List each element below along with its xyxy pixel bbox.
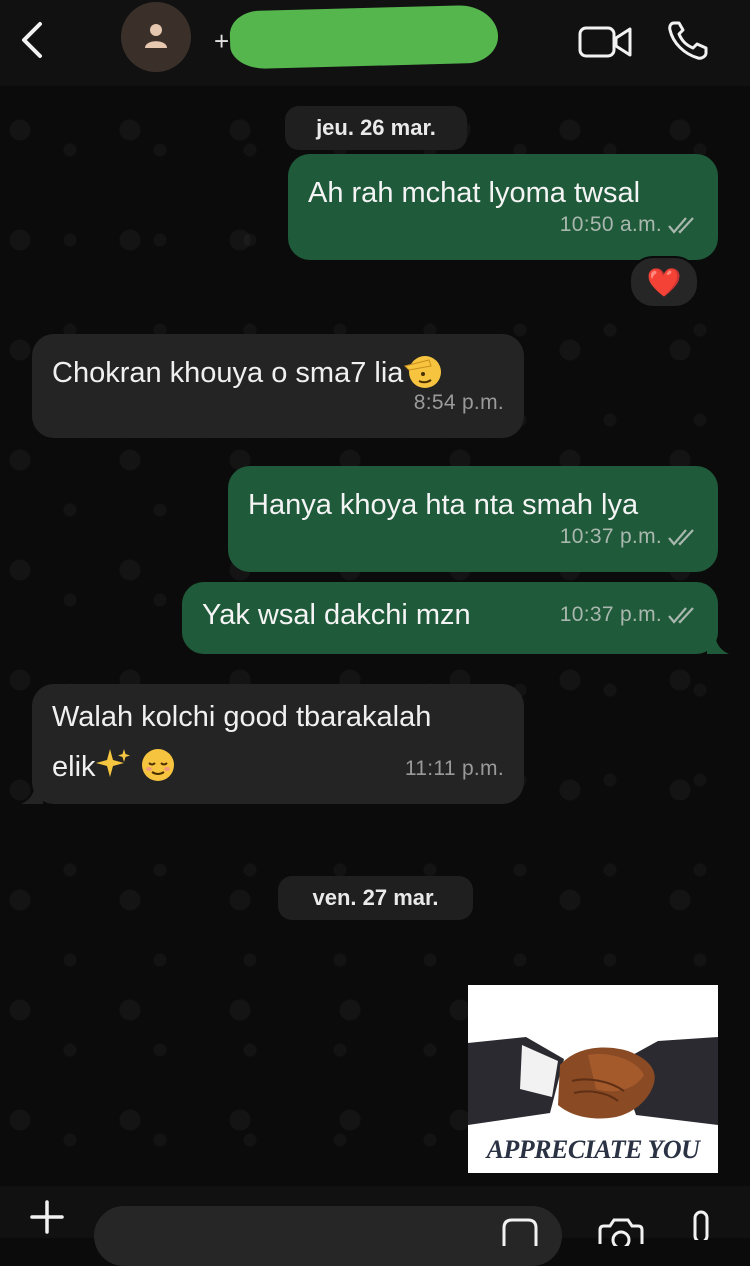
chat-header: + [0, 0, 750, 86]
heart-reaction-icon: ❤️ [646, 266, 682, 298]
message-bubble-incoming[interactable]: Chokran khouya o sma7 lia 8:54 p.m. [32, 334, 524, 438]
double-check-icon [668, 529, 694, 546]
person-icon [145, 24, 167, 48]
sticker-icon[interactable] [500, 1218, 540, 1248]
camera-icon[interactable] [596, 1216, 646, 1246]
bubble-tail [707, 632, 729, 654]
bubble-tail [21, 782, 43, 804]
message-meta: 10:37 p.m. [560, 590, 698, 640]
message-text-line-2: elik [52, 751, 96, 783]
message-bubble-outgoing[interactable]: Ah rah mchat lyoma twsal 10:50 a.m. [288, 154, 718, 260]
contact-prefix: + [214, 26, 230, 56]
double-check-icon [668, 607, 694, 624]
message-composer [0, 1186, 750, 1266]
plus-icon[interactable] [26, 1196, 68, 1238]
image-caption: APPRECIATE YOU [486, 1135, 700, 1164]
message-reaction[interactable]: ❤️ [629, 256, 699, 308]
message-time: 10:37 p.m. [559, 603, 662, 626]
message-meta: 10:50 a.m. [560, 200, 698, 250]
image-message[interactable]: APPRECIATE YOU [468, 985, 718, 1173]
redacted-contact-name[interactable] [229, 4, 499, 70]
chevron-left-icon[interactable] [14, 20, 54, 60]
message-bubble-incoming[interactable]: Walah kolchi good tbarakalah elik 11:11 … [21, 684, 524, 804]
message-input[interactable] [94, 1206, 562, 1266]
avatar[interactable] [121, 2, 191, 72]
date-separator: jeu. 26 mar. [285, 106, 467, 150]
message-meta: 10:37 p.m. [560, 512, 698, 562]
message-time: 11:11 p.m. [404, 757, 504, 780]
message-text: Chokran khouya o sma7 lia [52, 357, 404, 389]
relieved-face-emoji [141, 749, 174, 782]
message-time: 10:37 p.m. [559, 525, 662, 548]
microphone-icon[interactable] [686, 1210, 716, 1240]
message-time: 10:50 a.m. [559, 213, 662, 236]
date-separator: ven. 27 mar. [278, 876, 473, 920]
message-text: Yak wsal dakchi mzn [202, 599, 471, 631]
phone-icon[interactable] [666, 20, 710, 62]
message-meta: 11:11 p.m. [405, 744, 504, 794]
message-bubble-outgoing[interactable]: Hanya khoya hta nta smah lya 10:37 p.m. [228, 466, 718, 572]
message-time: 8:54 p.m. [413, 391, 504, 414]
sparkles-emoji [95, 749, 130, 778]
message-meta: 8:54 p.m. [414, 378, 504, 428]
message-bubble-outgoing[interactable]: Yak wsal dakchi mzn 10:37 p.m. [182, 582, 729, 654]
message-text-line-1: Walah kolchi good tbarakalah [52, 701, 432, 733]
double-check-icon [668, 217, 694, 234]
video-camera-icon[interactable] [578, 24, 632, 60]
